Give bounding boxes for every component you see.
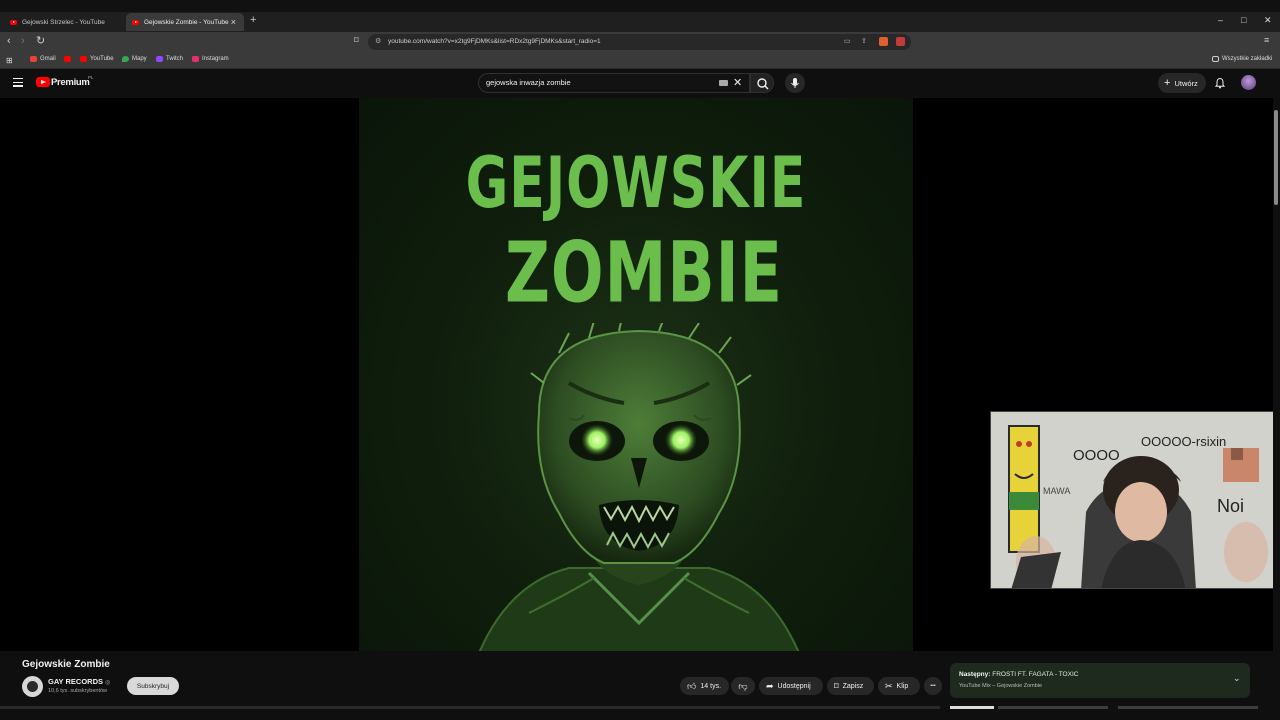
subscribe-button[interactable]: Subskrybuj [127, 677, 179, 695]
progress-bar[interactable] [0, 706, 940, 709]
minimize-button[interactable]: – [1218, 15, 1223, 25]
webcam-overlay: OOOO OOOOO-rsixin MAWA Noi [990, 411, 1280, 589]
up-next-source: YouTube Mix – Gejowskie Zombie [959, 683, 1043, 689]
menu-icon[interactable]: ≡ [1264, 35, 1269, 45]
brave-shield-icon[interactable] [879, 37, 888, 46]
extension-badge-icon[interactable] [896, 37, 905, 46]
zombie-illustration [478, 323, 800, 651]
wall-text-4: Noi [1217, 496, 1244, 516]
restore-button[interactable]: □ [1241, 15, 1246, 25]
tab-title: Gejowskie Zombie - YouTube [144, 18, 229, 26]
cover-title-line-2: ZOMBIE [504, 223, 784, 322]
bookmark-youtube-icon-only[interactable] [64, 56, 74, 62]
search-box[interactable] [478, 73, 750, 93]
share-arrow-icon: ➦ [766, 680, 774, 691]
tab-title: Gejowski Strzelec - YouTube [22, 18, 105, 26]
thumbs-down-icon: 👎︎ [738, 680, 748, 691]
bookmark-mapy[interactable]: Mapy [122, 56, 147, 62]
up-next-label: Następny: FROSTI FT. FAGATA - TOXIC [959, 671, 1079, 678]
create-button[interactable]: + Utwórz [1158, 73, 1206, 93]
cover-title-line-1: GEJOWSKIE [465, 143, 807, 225]
chip-indicator[interactable] [998, 706, 1108, 709]
dislike-button[interactable]: 👎︎ [731, 677, 755, 695]
search-button[interactable] [750, 73, 774, 93]
wall-text-2: OOOOO-rsixin [1141, 434, 1226, 449]
voice-search-button[interactable] [785, 73, 805, 93]
channel-avatar[interactable] [22, 676, 43, 697]
verified-icon: ◎ [105, 680, 111, 686]
chevron-down-icon[interactable]: ⌄ [1233, 673, 1241, 684]
wall-text-1: OOOO [1073, 447, 1120, 464]
youtube-icon [80, 56, 87, 62]
new-tab-button[interactable]: + [250, 14, 256, 26]
reload-icon[interactable]: ↻ [36, 34, 45, 47]
chip-indicator[interactable] [1118, 706, 1258, 709]
scrollbar-thumb[interactable] [1274, 110, 1278, 205]
youtube-icon [64, 56, 71, 62]
all-bookmarks-folder[interactable]: Wszystkie zakładki [1212, 56, 1272, 62]
account-avatar[interactable] [1241, 75, 1256, 90]
region-code: PL [88, 75, 94, 80]
youtube-masthead: Premium PL [0, 69, 1280, 98]
notifications-bell-icon[interactable] [1214, 77, 1226, 89]
bookmark-gmail[interactable]: Gmail [30, 56, 56, 62]
share-button[interactable]: ➦ Udostępnij [759, 677, 823, 695]
scissors-icon: ✂ [885, 680, 893, 691]
subscriber-count: 10,6 tys. subskrybentów [48, 688, 108, 694]
page-scrollbar[interactable] [1273, 98, 1280, 720]
wall-text-3: MAWA [1043, 486, 1070, 496]
tab-gejowski-strzelec[interactable]: Gejowski Strzelec - YouTube [4, 14, 124, 30]
keyboard-icon[interactable] [719, 80, 728, 86]
clear-search-icon[interactable]: ✕ [733, 76, 742, 89]
gmail-icon [30, 56, 37, 62]
search-input[interactable] [486, 78, 706, 87]
close-tab-icon[interactable]: × [231, 17, 236, 27]
guide-menu-icon[interactable] [13, 78, 23, 89]
forward-arrow-icon[interactable]: › [21, 35, 25, 47]
bookmark-twitch[interactable]: Twitch [156, 56, 183, 62]
close-window-button[interactable]: ✕ [1264, 15, 1272, 26]
like-button[interactable]: 👍︎ 14 tys. [680, 677, 729, 695]
channel-name[interactable]: GAY RECORDS ◎ [48, 677, 110, 686]
url-text: youtube.com/watch?v=x2tg9FjDMKs&list=RDx… [388, 38, 601, 45]
youtube-favicon-icon [132, 19, 139, 25]
browser-toolbar: ‹ › ↻ ⌑ ⚙ youtube.com/watch?v=x2tg9FjDMK… [0, 32, 1280, 77]
up-next-panel[interactable]: Następny: FROSTI FT. FAGATA - TOXIC YouT… [950, 663, 1250, 698]
webcam-scene: OOOO OOOOO-rsixin MAWA Noi [991, 412, 1279, 588]
bookmark-youtube[interactable]: YouTube [80, 56, 114, 62]
chip-indicator-active[interactable] [950, 706, 994, 709]
video-cover-art: GEJOWSKIE ZOMBIE [359, 98, 913, 651]
tab-gejowskie-zombie[interactable]: Gejowskie Zombie - YouTube × [126, 13, 244, 31]
apps-grid-icon[interactable]: ⊞ [6, 56, 13, 65]
address-bar[interactable]: ⚙ youtube.com/watch?v=x2tg9FjDMKs&list=R… [368, 34, 911, 50]
microphone-icon [791, 78, 799, 88]
twitch-icon [156, 56, 163, 62]
youtube-favicon-icon [10, 19, 17, 25]
browser-tab-strip: Gejowski Strzelec - YouTube Gejowskie Zo… [0, 0, 1280, 32]
thumbs-up-icon: 👍︎ [687, 680, 697, 691]
video-title: Gejowskie Zombie [22, 659, 110, 670]
bookmark-instagram[interactable]: Instagram [192, 56, 229, 62]
clip-button[interactable]: ✂ Klip [878, 677, 920, 695]
bookmark-icon: ⌑ [834, 680, 839, 691]
plus-icon: + [1164, 77, 1171, 89]
search-icon [757, 78, 769, 90]
youtube-premium-logo[interactable]: Premium [51, 77, 90, 88]
folder-icon [1212, 56, 1219, 62]
cast-icon[interactable]: ▭ [844, 37, 851, 45]
save-button[interactable]: ⌑ Zapisz [827, 677, 874, 695]
share-icon[interactable]: ⇪ [861, 37, 867, 45]
youtube-logo-icon[interactable] [36, 77, 50, 87]
instagram-icon [192, 56, 199, 62]
bookmark-page-icon[interactable]: ⌑ [354, 35, 359, 46]
back-arrow-icon[interactable]: ‹ [7, 35, 11, 47]
bookmarks-bar: ⊞ Gmail YouTube Mapy Twitch Instagram Ws… [0, 52, 1280, 69]
maps-icon [122, 56, 129, 62]
site-info-icon[interactable]: ⚙ [375, 37, 381, 45]
more-actions-button[interactable]: ••• [924, 677, 942, 695]
